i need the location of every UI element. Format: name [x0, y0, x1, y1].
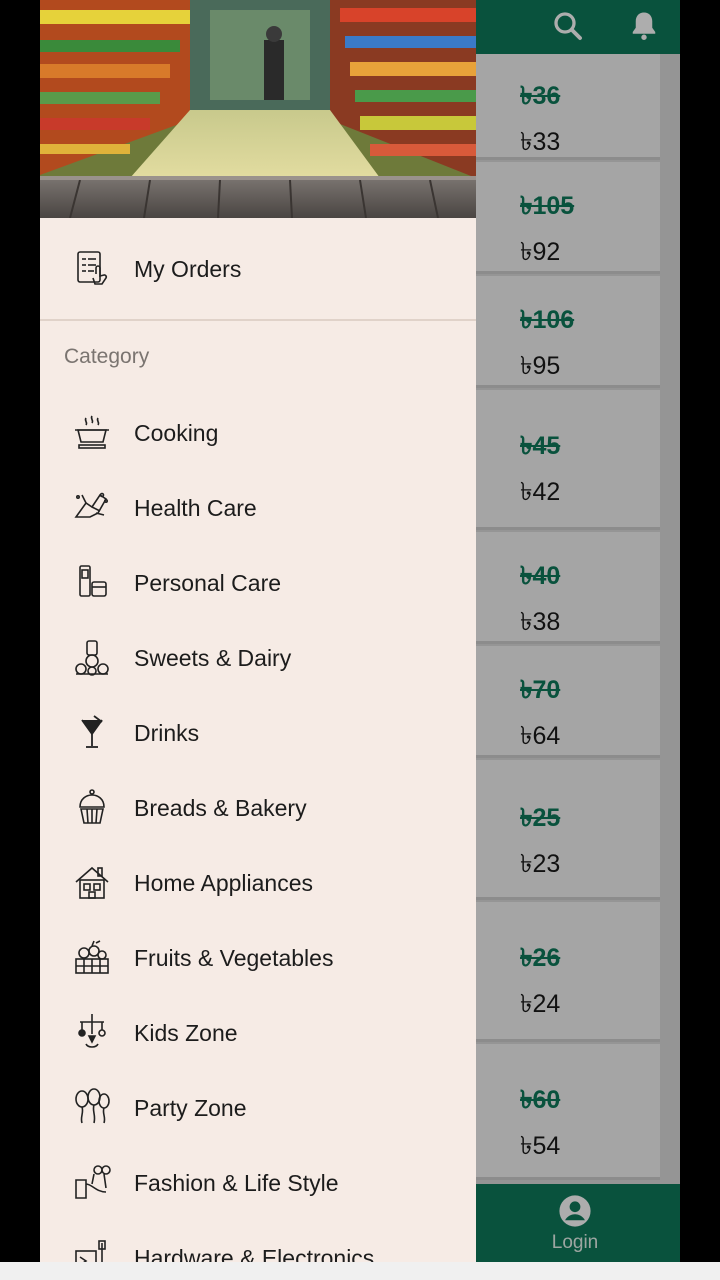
- divider: [40, 319, 476, 321]
- hardware-icon: [75, 1240, 106, 1262]
- category-item-personal-care[interactable]: Personal Care: [40, 546, 476, 621]
- fruit-basket-icon: [75, 940, 109, 974]
- category-item-breads-bakery[interactable]: Breads & Bakery: [40, 771, 476, 846]
- hand-wash-icon: [74, 492, 108, 518]
- baby-mobile-icon: [78, 1014, 106, 1048]
- house-icon: [75, 866, 109, 899]
- menu-item-label: Sweets & Dairy: [134, 645, 292, 671]
- app-screen: ৳36 ৳33 ৳105 ৳92 ৳106 ৳95 ৳45 ৳42 ৳40 ৳3…: [40, 0, 680, 1262]
- category-item-sweets-dairy[interactable]: Sweets & Dairy: [40, 621, 476, 696]
- cooking-pot-icon: [75, 415, 109, 449]
- balloons-icon: [75, 1088, 110, 1124]
- supermarket-aisle-image: [40, 0, 476, 218]
- glasses-icon: [75, 1165, 111, 1199]
- category-item-hardware-electronics[interactable]: Hardware & Electronics: [40, 1221, 476, 1262]
- menu-item-label: Drinks: [134, 720, 200, 746]
- cocktail-icon: [81, 715, 103, 748]
- navigation-drawer: My Orders Category Cooking Health Care P…: [40, 0, 476, 1262]
- drawer-header-image: [40, 0, 476, 218]
- sweets-icon: [75, 640, 109, 676]
- menu-item-label: Hardware & Electronics: [134, 1245, 375, 1262]
- menu-item-label: Home Appliances: [134, 870, 313, 896]
- menu-item-label: Party Zone: [134, 1095, 247, 1121]
- category-item-party-zone[interactable]: Party Zone: [40, 1071, 476, 1146]
- category-item-fruits-vegetables[interactable]: Fruits & Vegetables: [40, 921, 476, 996]
- menu-item-my-orders[interactable]: My Orders: [40, 232, 476, 307]
- menu-item-label: Fruits & Vegetables: [134, 945, 334, 971]
- section-label-category: Category: [64, 345, 150, 368]
- menu-item-label: Kids Zone: [134, 1020, 238, 1046]
- cosmetics-icon: [79, 565, 107, 597]
- orders-list-icon: [77, 251, 108, 285]
- cupcake-icon: [79, 789, 105, 824]
- category-item-home-appliances[interactable]: Home Appliances: [40, 846, 476, 921]
- menu-item-label: My Orders: [134, 256, 242, 282]
- category-item-kids-zone[interactable]: Kids Zone: [40, 996, 476, 1071]
- menu-item-label: Cooking: [134, 420, 219, 446]
- system-navigation-bar: [0, 1262, 720, 1280]
- menu-item-label: Personal Care: [134, 570, 282, 596]
- menu-item-label: Fashion & Life Style: [134, 1170, 339, 1196]
- menu-item-label: Health Care: [134, 495, 257, 521]
- category-item-fashion-life-style[interactable]: Fashion & Life Style: [40, 1146, 476, 1221]
- menu-item-label: Breads & Bakery: [134, 795, 307, 821]
- category-item-drinks[interactable]: Drinks: [40, 696, 476, 771]
- category-item-cooking[interactable]: Cooking: [40, 396, 476, 471]
- category-item-health-care[interactable]: Health Care: [40, 471, 476, 546]
